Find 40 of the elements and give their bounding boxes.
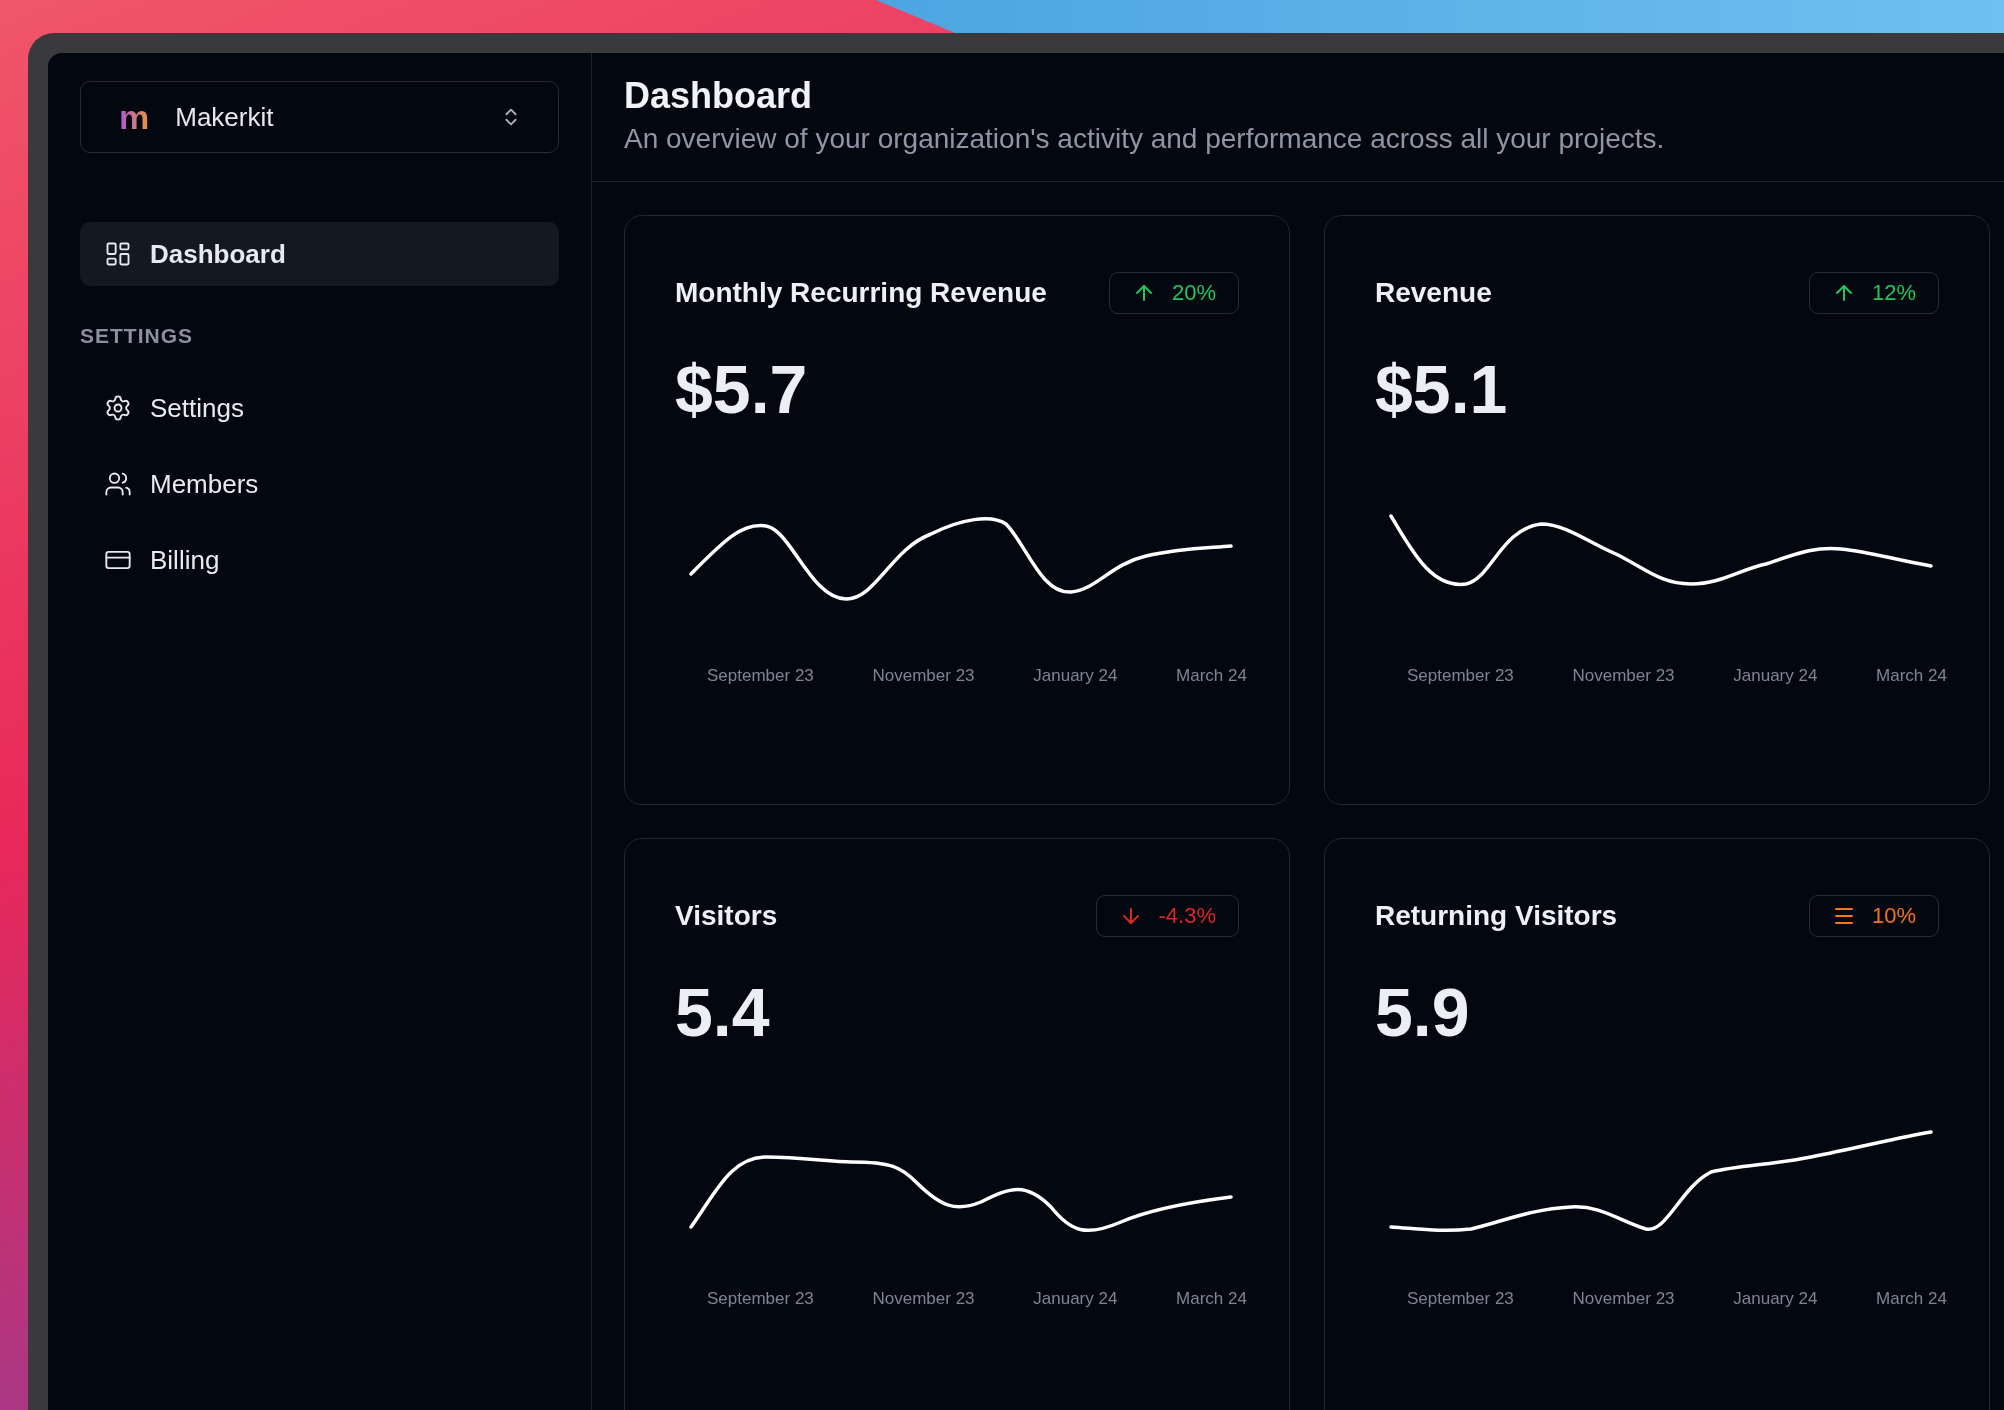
organization-name: Makerkit [175, 101, 275, 133]
page-title: Dashboard [624, 75, 814, 117]
axis-label: November 23 [872, 666, 975, 686]
change-badge: -4.3% [1095, 895, 1239, 937]
metric-value: 5.4 [675, 973, 771, 1051]
section-heading: SETTINGS [80, 324, 194, 348]
axis-label: March 24 [1176, 666, 1247, 686]
axis-label: March 24 [1876, 666, 1947, 686]
card-title: Visitors [675, 900, 778, 932]
sidebar-item[interactable]: Dashboard [80, 222, 559, 286]
axis-label: November 23 [1572, 666, 1675, 686]
change-badge: 10% [1808, 895, 1939, 937]
axis-label: September 23 [707, 666, 814, 686]
users-icon [104, 470, 132, 498]
axis-label: January 24 [1033, 1289, 1118, 1309]
axis-label: January 24 [1733, 1289, 1818, 1309]
axis-label: September 23 [1407, 1289, 1514, 1309]
metric-value: $5.1 [1375, 350, 1509, 428]
organization-selector[interactable]: m Makerkit [80, 81, 559, 153]
axis-label: January 24 [1733, 666, 1818, 686]
change-badge: 12% [1808, 272, 1939, 314]
axis-label: March 24 [1176, 1289, 1247, 1309]
metric-value: 5.9 [1375, 973, 1471, 1051]
axis-label: March 24 [1876, 1289, 1947, 1309]
axis-label: January 24 [1033, 666, 1118, 686]
page-subtitle: An overview of your organization's activity and performance across all your projects. [624, 123, 1666, 155]
axis-label: September 23 [707, 1289, 814, 1309]
sidebar-item[interactable]: Billing [80, 528, 559, 592]
metric-value: $5.7 [675, 350, 809, 428]
grid-icon [104, 240, 132, 268]
card-title: Monthly Recurring Revenue [675, 277, 1047, 309]
sidebar-item[interactable]: Settings [80, 376, 559, 440]
card-title: Returning Visitors [1375, 900, 1618, 932]
axis-label: September 23 [1407, 666, 1514, 686]
settings-icon [104, 394, 132, 422]
change-badge: 20% [1108, 272, 1239, 314]
axis-label: November 23 [1572, 1289, 1675, 1309]
sidebar-item[interactable]: Members [80, 452, 559, 516]
card-title: Revenue [1375, 277, 1492, 309]
axis-label: November 23 [872, 1289, 975, 1309]
